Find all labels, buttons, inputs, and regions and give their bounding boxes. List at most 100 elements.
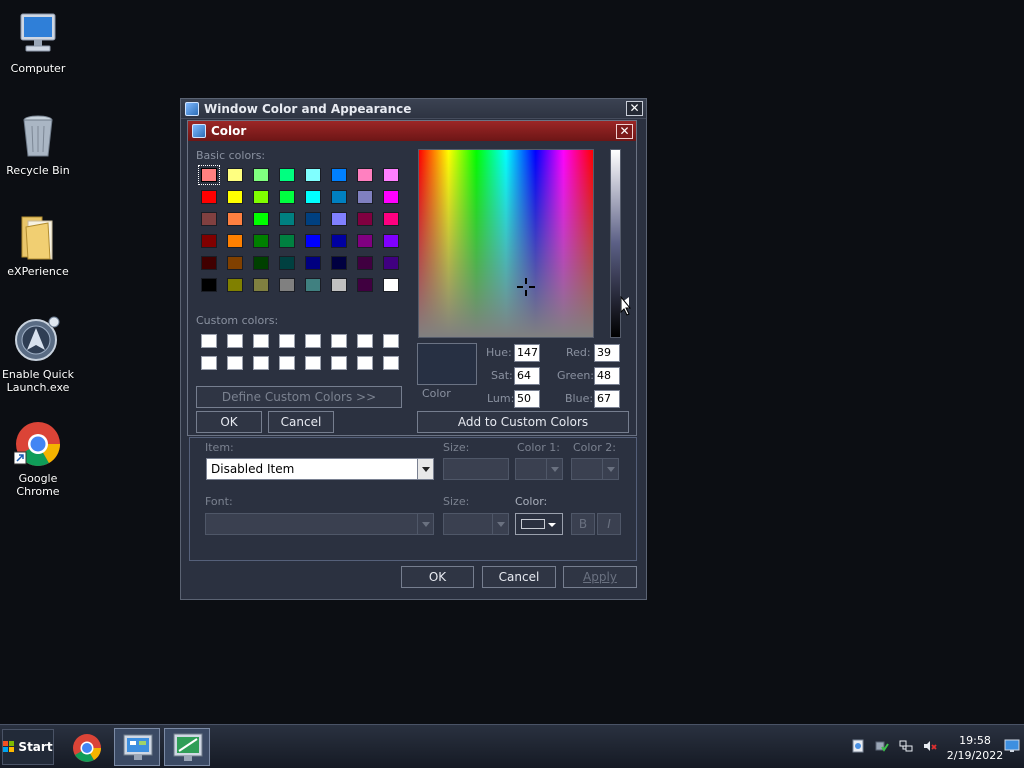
security-shield-icon[interactable] [875, 739, 889, 753]
custom-color-swatch[interactable] [357, 356, 373, 370]
custom-color-swatch[interactable] [227, 334, 243, 348]
basic-color-swatch[interactable] [305, 168, 321, 182]
basic-color-swatch[interactable] [279, 168, 295, 182]
basic-color-swatch[interactable] [331, 212, 347, 226]
green-input[interactable]: 48 [594, 367, 620, 385]
basic-color-swatch[interactable] [279, 190, 295, 204]
close-button[interactable]: ✕ [616, 123, 633, 139]
title-bar[interactable]: Window Color and Appearance ✕ [181, 99, 646, 119]
close-button[interactable]: ✕ [626, 101, 643, 116]
desktop-icon-google-chrome[interactable]: Google Chrome [0, 420, 76, 498]
font-dropdown [205, 513, 434, 535]
red-input[interactable]: 39 [594, 344, 620, 362]
taskbar-chrome[interactable] [64, 728, 110, 766]
custom-color-swatch[interactable] [253, 356, 269, 370]
basic-color-swatch[interactable] [383, 278, 399, 292]
basic-color-swatch[interactable] [198, 165, 220, 185]
basic-color-swatch[interactable] [201, 256, 217, 270]
custom-color-swatch[interactable] [383, 356, 399, 370]
volume-muted-icon[interactable] [923, 739, 937, 753]
basic-color-swatch[interactable] [305, 190, 321, 204]
custom-color-swatch[interactable] [253, 334, 269, 348]
custom-color-swatch[interactable] [305, 356, 321, 370]
chevron-down-icon[interactable] [417, 459, 433, 479]
basic-color-swatch[interactable] [227, 256, 243, 270]
add-to-custom-colors-button[interactable]: Add to Custom Colors [417, 411, 629, 433]
basic-color-swatch[interactable] [305, 278, 321, 292]
basic-color-swatch[interactable] [305, 256, 321, 270]
basic-color-swatch[interactable] [305, 234, 321, 248]
basic-color-swatch[interactable] [227, 278, 243, 292]
basic-color-swatch[interactable] [357, 190, 373, 204]
custom-color-swatch[interactable] [279, 334, 295, 348]
network-icon[interactable] [899, 739, 913, 753]
color-spectrum[interactable] [418, 149, 594, 338]
basic-color-swatch[interactable] [357, 212, 373, 226]
basic-color-swatch[interactable] [227, 190, 243, 204]
system-clock[interactable]: 19:58 2/19/2022 [944, 733, 1006, 763]
basic-color-swatch[interactable] [383, 168, 399, 182]
title-bar[interactable]: Color ✕ [188, 121, 636, 141]
desktop-icon-computer[interactable]: Computer [0, 10, 76, 75]
taskbar-control-panel[interactable] [114, 728, 160, 766]
start-button[interactable]: Start [2, 729, 54, 765]
basic-color-swatch[interactable] [201, 190, 217, 204]
basic-color-swatch[interactable] [357, 278, 373, 292]
custom-color-swatch[interactable] [331, 334, 347, 348]
basic-color-swatch[interactable] [331, 234, 347, 248]
basic-color-swatch[interactable] [253, 168, 269, 182]
basic-color-swatch[interactable] [279, 212, 295, 226]
ok-button[interactable]: OK [401, 566, 474, 588]
custom-color-swatch[interactable] [201, 356, 217, 370]
item-dropdown[interactable]: Disabled Item [206, 458, 434, 480]
basic-color-swatch[interactable] [383, 256, 399, 270]
basic-color-swatch[interactable] [253, 190, 269, 204]
basic-color-swatch[interactable] [331, 278, 347, 292]
custom-color-swatch[interactable] [227, 356, 243, 370]
basic-color-swatch[interactable] [383, 212, 399, 226]
basic-color-swatch[interactable] [383, 190, 399, 204]
sat-input[interactable]: 64 [514, 367, 540, 385]
custom-color-swatch[interactable] [201, 334, 217, 348]
desktop-icon-experience[interactable]: eXPerience [0, 213, 76, 278]
basic-color-swatch[interactable] [201, 234, 217, 248]
desktop-icon-enable-quick-launch[interactable]: Enable Quick Launch.exe [0, 316, 76, 394]
basic-color-swatch[interactable] [357, 168, 373, 182]
basic-color-swatch[interactable] [253, 278, 269, 292]
basic-color-swatch[interactable] [383, 234, 399, 248]
basic-color-swatch[interactable] [279, 278, 295, 292]
basic-color-swatch[interactable] [201, 278, 217, 292]
custom-color-swatch[interactable] [305, 334, 321, 348]
ok-button[interactable]: OK [196, 411, 262, 433]
basic-color-swatch[interactable] [253, 234, 269, 248]
hue-input[interactable]: 147 [514, 344, 540, 362]
basic-color-swatch[interactable] [227, 212, 243, 226]
basic-color-swatch[interactable] [331, 256, 347, 270]
basic-color-swatch[interactable] [227, 168, 243, 182]
custom-color-swatch[interactable] [383, 334, 399, 348]
custom-color-swatch[interactable] [279, 356, 295, 370]
basic-color-swatch[interactable] [279, 234, 295, 248]
mouse-pointer-icon [620, 296, 632, 316]
basic-color-swatch[interactable] [227, 234, 243, 248]
basic-color-swatch[interactable] [331, 190, 347, 204]
basic-color-swatch[interactable] [331, 168, 347, 182]
basic-color-swatch[interactable] [357, 234, 373, 248]
blue-input[interactable]: 67 [594, 390, 620, 408]
basic-color-swatch[interactable] [201, 212, 217, 226]
custom-color-swatch[interactable] [357, 334, 373, 348]
desktop-icon-recycle-bin[interactable]: Recycle Bin [0, 112, 76, 177]
cancel-button[interactable]: Cancel [482, 566, 556, 588]
lum-input[interactable]: 50 [514, 390, 540, 408]
basic-color-swatch[interactable] [253, 212, 269, 226]
basic-color-swatch[interactable] [253, 256, 269, 270]
show-desktop-icon[interactable] [1004, 739, 1020, 753]
font-color-picker[interactable] [515, 513, 563, 535]
cancel-button[interactable]: Cancel [268, 411, 334, 433]
taskbar-display-settings[interactable] [164, 728, 210, 766]
basic-color-swatch[interactable] [305, 212, 321, 226]
custom-color-swatch[interactable] [331, 356, 347, 370]
basic-color-swatch[interactable] [279, 256, 295, 270]
document-tray-icon[interactable] [851, 739, 865, 753]
basic-color-swatch[interactable] [357, 256, 373, 270]
